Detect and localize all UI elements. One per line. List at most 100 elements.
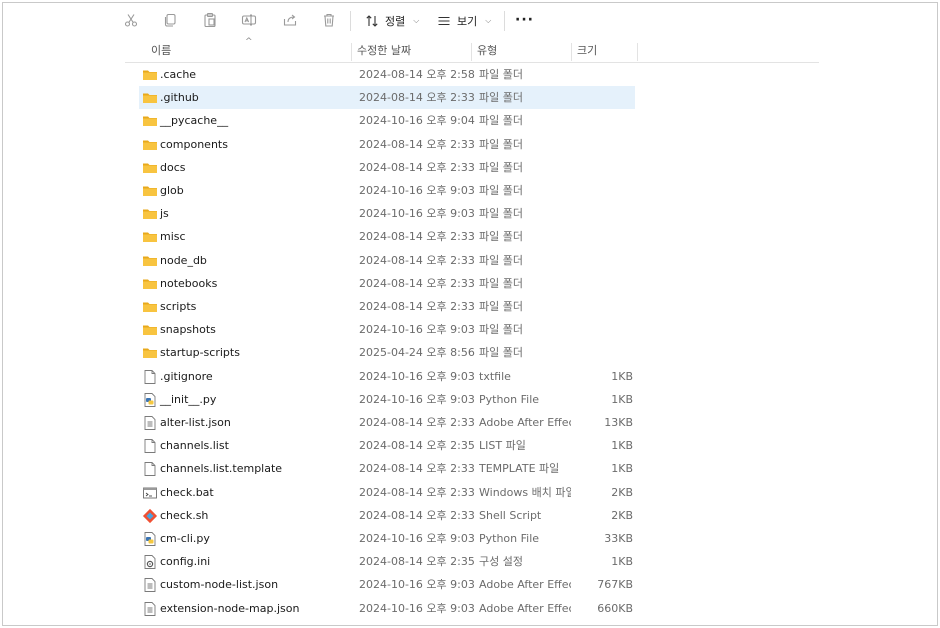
- text-file-icon: [142, 415, 158, 431]
- file-row[interactable]: glob 2024-10-16 오후 9:03 파일 폴더: [139, 179, 635, 202]
- file-row[interactable]: snapshots 2024-10-16 오후 9:03 파일 폴더: [139, 318, 635, 341]
- file-type: 구성 설정: [479, 555, 523, 569]
- file-modified-date: 2024-08-14 오후 2:33: [359, 485, 475, 499]
- file-row[interactable]: .github 2024-08-14 오후 2:33 파일 폴더: [139, 86, 635, 110]
- file-row[interactable]: docs 2024-08-14 오후 2:33 파일 폴더: [139, 156, 635, 179]
- file-row[interactable]: check.bat 2024-08-14 오후 2:33 Windows 배치 파일…: [139, 481, 635, 504]
- file-row[interactable]: startup-scripts 2025-04-24 오후 8:56 파일 폴더: [139, 341, 635, 364]
- folder-icon: [142, 90, 158, 106]
- file-type: 파일 폴더: [479, 253, 523, 267]
- column-divider[interactable]: [351, 43, 352, 61]
- file-type: Adobe After Effec...: [479, 416, 571, 429]
- file-modified-date: 2024-10-16 오후 9:03: [359, 601, 475, 615]
- file-row[interactable]: .cache 2024-08-14 오후 2:58 파일 폴더: [139, 63, 635, 86]
- batch-file-icon: [142, 485, 158, 501]
- more-options-button[interactable]: ···: [515, 11, 534, 31]
- paste-icon[interactable]: [202, 12, 218, 28]
- python-file-icon: [142, 531, 158, 547]
- file-modified-date: 2024-10-16 오후 9:03: [359, 392, 475, 406]
- file-row[interactable]: check.sh 2024-08-14 오후 2:33 Shell Script 2K…: [139, 504, 635, 527]
- folder-icon: [142, 206, 158, 222]
- file-type: 파일 폴더: [479, 160, 523, 174]
- folder-icon: [142, 299, 158, 315]
- column-header-type[interactable]: 유형: [477, 39, 497, 63]
- file-type: 파일 폴더: [479, 114, 523, 128]
- file-row[interactable]: js 2024-10-16 오후 9:03 파일 폴더: [139, 202, 635, 225]
- file-type: 파일 폴더: [479, 323, 523, 337]
- file-name: extension-node-map.json: [160, 601, 300, 615]
- file-name: .gitignore: [160, 369, 213, 383]
- sort-ascending-icon: ^: [245, 37, 253, 47]
- folder-icon: [142, 160, 158, 176]
- file-row[interactable]: .gitignore 2024-10-16 오후 9:03 txtfile 1KB: [139, 365, 635, 388]
- file-type: 파일 폴더: [479, 184, 523, 197]
- toolbar-separator: [504, 11, 505, 31]
- file-row[interactable]: channels.list.template 2024-08-14 오후 2:33…: [139, 457, 635, 480]
- cut-icon[interactable]: [123, 12, 139, 28]
- blank-file-icon: [142, 369, 158, 385]
- file-name: __pycache__: [160, 114, 229, 128]
- file-type: txtfile: [479, 369, 511, 383]
- file-modified-date: 2024-08-14 오후 2:33: [359, 253, 475, 267]
- file-modified-date: 2024-08-14 오후 2:58: [359, 68, 475, 81]
- view-button[interactable]: 보기 ⌵: [437, 11, 491, 31]
- file-row[interactable]: notebooks 2024-08-14 오후 2:33 파일 폴더: [139, 272, 635, 295]
- file-name: snapshots: [160, 323, 216, 337]
- column-divider[interactable]: [637, 43, 638, 61]
- sort-button[interactable]: 정렬 ⌵: [365, 11, 419, 31]
- file-modified-date: 2024-10-16 오후 9:03: [359, 207, 475, 221]
- file-modified-date: 2024-08-14 오후 2:35: [359, 439, 475, 453]
- file-modified-date: 2024-08-14 오후 2:33: [359, 300, 475, 313]
- file-name: __init__.py: [160, 392, 217, 406]
- file-modified-date: 2024-08-14 오후 2:33: [359, 230, 475, 244]
- share-icon[interactable]: [282, 12, 298, 28]
- column-divider[interactable]: [571, 43, 572, 61]
- git-shell-icon: [142, 508, 158, 524]
- folder-icon: [142, 113, 158, 129]
- file-type: Python File: [479, 392, 540, 406]
- file-modified-date: 2025-04-24 오후 8:56: [359, 346, 475, 360]
- file-row[interactable]: __pycache__ 2024-10-16 오후 9:04 파일 폴더: [139, 109, 635, 132]
- file-size: 1KB: [611, 392, 633, 406]
- file-row[interactable]: alter-list.json 2024-08-14 오후 2:33 Adobe A…: [139, 411, 635, 434]
- file-row[interactable]: extension-node-map.json 2024-10-16 오후 9:0…: [139, 597, 635, 620]
- text-file-icon: [142, 601, 158, 617]
- file-modified-date: 2024-10-16 오후 9:03: [359, 323, 475, 337]
- file-name: js: [160, 207, 169, 221]
- column-header-modified[interactable]: 수정한 날짜: [357, 39, 411, 63]
- file-type: 파일 폴더: [479, 276, 523, 290]
- folder-icon: [142, 229, 158, 245]
- file-size: 2KB: [611, 485, 633, 499]
- file-modified-date: 2024-10-16 오후 9:03: [359, 369, 475, 383]
- file-row[interactable]: config.ini 2024-08-14 오후 2:35 구성 설정 1KB: [139, 550, 635, 573]
- file-name: cm-cli.py: [160, 532, 210, 545]
- file-name: config.ini: [160, 555, 211, 569]
- folder-icon: [142, 345, 158, 361]
- file-type: Adobe After Effec...: [479, 578, 571, 592]
- file-row[interactable]: node_db 2024-08-14 오후 2:33 파일 폴더: [139, 249, 635, 272]
- file-row[interactable]: scripts 2024-08-14 오후 2:33 파일 폴더: [139, 295, 635, 318]
- file-row[interactable]: misc 2024-08-14 오후 2:33 파일 폴더: [139, 225, 635, 248]
- file-name: channels.list: [160, 439, 229, 453]
- column-divider[interactable]: [471, 43, 472, 61]
- copy-icon[interactable]: [162, 12, 178, 28]
- file-row[interactable]: channels.list 2024-08-14 오후 2:35 LIST 파일 1K…: [139, 434, 635, 457]
- delete-icon[interactable]: [321, 12, 337, 28]
- rename-icon[interactable]: [241, 12, 257, 28]
- file-type: 파일 폴더: [479, 300, 523, 313]
- file-name: check.bat: [160, 485, 214, 499]
- file-row[interactable]: cm-cli.py 2024-10-16 오후 9:03 Python File 33…: [139, 527, 635, 550]
- column-header-name[interactable]: 이름: [151, 39, 171, 63]
- file-type: TEMPLATE 파일: [479, 462, 560, 476]
- file-row[interactable]: custom-node-list.json 2024-10-16 오후 9:03 A…: [139, 573, 635, 596]
- settings-file-icon: [142, 554, 158, 570]
- file-name: check.sh: [160, 508, 209, 522]
- file-name: components: [160, 137, 228, 151]
- file-row[interactable]: components 2024-08-14 오후 2:33 파일 폴더: [139, 133, 635, 156]
- file-row[interactable]: __init__.py 2024-10-16 오후 9:03 Python File…: [139, 388, 635, 411]
- file-name: channels.list.template: [160, 462, 283, 476]
- column-header-size[interactable]: 크기: [577, 39, 597, 63]
- file-modified-date: 2024-10-16 오후 9:03: [359, 578, 475, 592]
- file-modified-date: 2024-08-14 오후 2:33: [359, 91, 475, 105]
- file-size: 13KB: [604, 416, 633, 429]
